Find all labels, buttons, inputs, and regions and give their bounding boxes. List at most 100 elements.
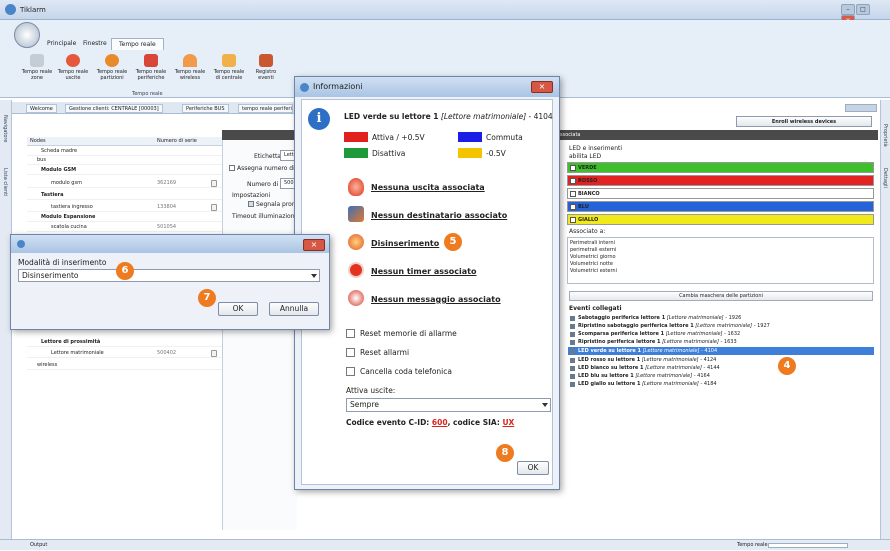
- list-item[interactable]: Volumetrici giorno: [570, 254, 871, 261]
- partition-list[interactable]: Perimetrali interni perimetrali esterni …: [567, 237, 874, 284]
- log-icon: [259, 54, 273, 67]
- attiva-uscite-select[interactable]: Sempre: [346, 398, 551, 412]
- partition-icon: [348, 234, 364, 250]
- event-row[interactable]: Scomparsa periferica lettore 1 [Lettore …: [568, 330, 874, 338]
- tab-finestre[interactable]: Finestre: [76, 38, 114, 50]
- color-bar-verde[interactable]: VERDE: [567, 162, 874, 173]
- app-menu-orb[interactable]: [14, 22, 40, 48]
- segnala-checkbox[interactable]: [248, 201, 254, 207]
- cambia-maschera-button[interactable]: Cambia maschera delle partizioni: [569, 291, 873, 301]
- color-bar-rosso[interactable]: ROSSO: [567, 175, 874, 186]
- sia-link[interactable]: UX: [502, 418, 514, 427]
- ribbon-btn-uscite[interactable]: Tempo reale uscite: [54, 54, 92, 90]
- tree-row[interactable]: Lettore di prossimità: [27, 338, 222, 347]
- tree-row[interactable]: tastiera ingresso 133804: [27, 203, 222, 212]
- rosso-checkbox[interactable]: [570, 178, 576, 184]
- link-nessun-destinatario[interactable]: Nessun destinatario associato: [371, 211, 507, 220]
- tree-row[interactable]: Lettore matrimoniale 500402: [27, 349, 222, 358]
- tree-row[interactable]: Scheda madre: [27, 147, 222, 156]
- link-nessun-messaggio[interactable]: Nessun messaggio associato: [371, 295, 501, 304]
- tree-row[interactable]: scatola cucina 501054: [27, 223, 222, 232]
- tab-gestione-clienti[interactable]: Gestione clienti: CENTRALE [00003]: [65, 104, 163, 113]
- tab-tempo-reale[interactable]: Tempo reale: [111, 38, 164, 50]
- row-action-button[interactable]: [211, 350, 217, 357]
- list-item[interactable]: Volumetrici esterni: [570, 268, 871, 275]
- info-ok-button[interactable]: OK: [517, 461, 549, 475]
- event-row[interactable]: LED rosso su lettore 1 [Lettore matrimon…: [568, 356, 874, 364]
- event-row[interactable]: Ripristino periferica lettore 1 [Lettore…: [568, 338, 874, 346]
- reset-allarmi-checkbox[interactable]: [346, 348, 355, 357]
- abilita-led-label: abilita LED: [569, 153, 602, 160]
- ribbon-btn-periferiche[interactable]: Tempo reale periferiche: [132, 54, 170, 90]
- enroll-wireless-button[interactable]: Enroll wireless devices: [736, 116, 872, 127]
- tree-header: Nodes Numero di serie: [27, 137, 222, 146]
- tab-periferiche-bus[interactable]: Periferiche BUS: [182, 104, 229, 113]
- row-action-button[interactable]: [211, 180, 217, 187]
- message-icon: [348, 290, 364, 306]
- info-dialog: Informazioni × i LED verde su lettore 1 …: [294, 76, 560, 490]
- mode-close-button[interactable]: ×: [303, 239, 325, 251]
- chevron-down-icon: [311, 274, 317, 278]
- color-bar-giallo[interactable]: GIALLO: [567, 214, 874, 225]
- assegna-checkbox[interactable]: [229, 165, 235, 171]
- ribbon-btn-wireless[interactable]: Tempo reale wireless: [171, 54, 209, 90]
- bianco-checkbox[interactable]: [570, 191, 576, 197]
- cid-link[interactable]: 600: [432, 418, 448, 427]
- ribbon-btn-partizioni[interactable]: Tempo reale partizioni: [93, 54, 131, 90]
- house-icon: [222, 54, 236, 67]
- event-row[interactable]: LED blu su lettore 1 [Lettore matrimonia…: [568, 372, 874, 380]
- col-serial: Numero di serie: [157, 138, 197, 144]
- list-item[interactable]: Perimetrali interni: [570, 240, 871, 247]
- cancella-coda-checkbox[interactable]: [346, 367, 355, 376]
- blu-checkbox[interactable]: [570, 204, 576, 210]
- wireless-icon: [183, 54, 197, 67]
- event-row[interactable]: LED giallo su lettore 1 [Lettore matrimo…: [568, 380, 874, 388]
- verde-checkbox[interactable]: [570, 165, 576, 171]
- event-row[interactable]: Ripristino sabotaggio periferica lettore…: [568, 322, 874, 330]
- link-nessun-timer[interactable]: Nessun timer associato: [371, 267, 477, 276]
- ribbon-btn-zone[interactable]: Tempo reale zone: [18, 54, 56, 90]
- info-heading: LED verde su lettore 1 [Lettore matrimon…: [344, 112, 553, 121]
- partition-icon: [105, 54, 119, 67]
- legend-attiva: Attiva / +0.5V: [372, 133, 425, 142]
- event-row[interactable]: LED bianco su lettore 1 [Lettore matrimo…: [568, 364, 874, 372]
- tab-welcome[interactable]: Welcome: [26, 104, 57, 113]
- output-tab[interactable]: Output: [30, 540, 47, 551]
- list-item[interactable]: Volumetrici notte: [570, 261, 871, 268]
- row-action-button[interactable]: [211, 204, 217, 211]
- mode-annulla-button[interactable]: Annulla: [269, 302, 319, 316]
- info-close-button[interactable]: ×: [531, 81, 553, 93]
- event-icon: [570, 324, 575, 329]
- annotation-badge-5: 5: [444, 233, 462, 251]
- reset-memorie-checkbox[interactable]: [346, 329, 355, 338]
- tree-row[interactable]: wireless: [27, 361, 222, 370]
- event-row[interactable]: Sabotaggio periferica lettore 1 [Lettore…: [568, 314, 874, 322]
- tab-tempo-reale-periferi[interactable]: tempo reale periferi: [238, 104, 293, 113]
- giallo-checkbox[interactable]: [570, 217, 576, 223]
- link-nessuna-uscita[interactable]: Nessuna uscita associata: [371, 183, 485, 192]
- mode-ok-button[interactable]: OK: [218, 302, 258, 316]
- proprieta-tab[interactable]: Proprietà: [882, 124, 888, 147]
- tree-row[interactable]: Modulo GSM: [27, 166, 222, 175]
- mode-dialog-titlebar: [11, 235, 329, 253]
- annotation-badge-4: 4: [778, 357, 796, 375]
- color-bar-bianco[interactable]: BIANCO: [567, 188, 874, 199]
- tree-row[interactable]: Tastiera: [27, 191, 222, 200]
- color-bar-blu[interactable]: BLU: [567, 201, 874, 212]
- ribbon-btn-registro[interactable]: Registro eventi: [247, 54, 285, 90]
- dettagli-tab[interactable]: Dettagli: [882, 168, 888, 188]
- link-disinserimento[interactable]: Disinserimento: [371, 239, 439, 248]
- tree-row[interactable]: Modulo Espansione: [27, 213, 222, 222]
- modalita-label: Modalità di inserimento: [18, 258, 107, 267]
- tree-row[interactable]: modulo gsm 362169: [27, 179, 222, 188]
- navigatore-tab[interactable]: Navigatore: [2, 115, 8, 142]
- event-row-selected[interactable]: LED verde su lettore 1 [Lettore matrimon…: [568, 347, 874, 355]
- list-item[interactable]: perimetrali esterni: [570, 247, 871, 254]
- lista-clienti-tab[interactable]: Lista clienti: [2, 168, 8, 197]
- maximize-button[interactable]: □: [856, 4, 870, 15]
- tree-row[interactable]: bus: [27, 156, 222, 165]
- modalita-select[interactable]: Disinserimento: [18, 269, 320, 282]
- minimize-button[interactable]: –: [841, 4, 855, 15]
- ribbon-btn-centrale[interactable]: Tempo reale di centrale: [210, 54, 248, 90]
- dialog-icon: [17, 240, 25, 248]
